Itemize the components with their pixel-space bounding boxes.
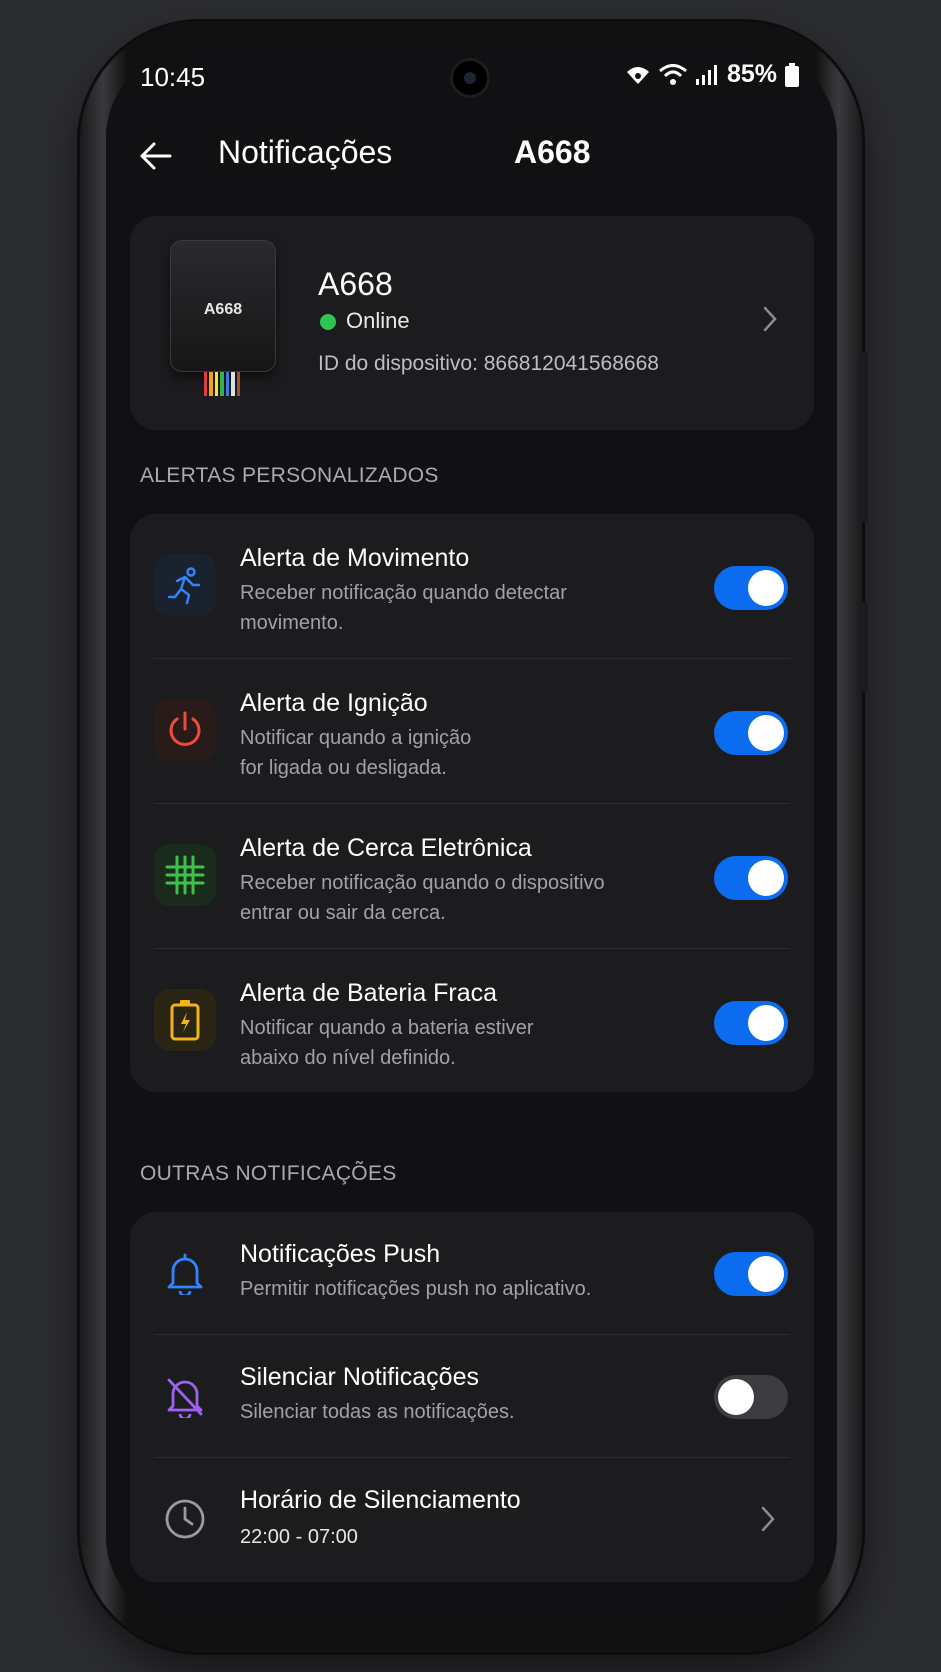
grid-fence-icon — [154, 844, 216, 906]
device-wires — [204, 372, 240, 396]
front-camera — [450, 58, 490, 98]
silence-schedule-title: Horário de Silenciamento — [240, 1486, 521, 1514]
device-image: A668 — [170, 240, 276, 372]
signal-icon — [695, 64, 717, 85]
status-indicators: 85% — [625, 60, 799, 89]
alert-low-battery-title: Alerta de Bateria Fraca — [240, 979, 498, 1007]
bell-off-icon — [154, 1365, 216, 1427]
device-card[interactable]: A668 A668 Online ID do dispositivo: 8668… — [130, 216, 814, 430]
other-notifications-card: Notificações Push Permitir notificações … — [130, 1212, 814, 1582]
silence-notifications-toggle[interactable] — [714, 1375, 788, 1419]
alert-ignition-title: Alerta de Ignição — [240, 689, 428, 717]
alert-movement-desc: Receber notificação quando detectar movim… — [240, 582, 567, 634]
alert-geofence-row[interactable]: Alerta de Cerca Eletrônica Receber notif… — [130, 804, 814, 949]
volume-button — [861, 352, 868, 522]
alert-movement-title: Alerta de Movimento — [240, 544, 470, 572]
wifi-icon — [658, 63, 687, 85]
app-screen: 10:45 85% Notificações A668 A668 A668 On… — [106, 48, 837, 1626]
device-name: A668 — [318, 266, 393, 302]
page-title: Notificações — [218, 134, 393, 170]
silence-schedule-row[interactable]: Horário de Silenciamento 22:00 - 07:00 — [130, 1458, 814, 1582]
alert-movement-toggle[interactable] — [714, 566, 788, 610]
chevron-right-icon — [761, 1506, 775, 1532]
device-id: ID do dispositivo: 866812041568668 — [318, 352, 659, 375]
alert-low-battery-row[interactable]: Alerta de Bateria Fraca Notificar quando… — [130, 949, 814, 1092]
section-label-other-notifications: OUTRAS NOTIFICAÇÕES — [140, 1162, 397, 1185]
alert-low-battery-toggle[interactable] — [714, 1001, 788, 1045]
device-image-label: A668 — [203, 301, 243, 318]
section-label-custom-alerts: ALERTAS PERSONALIZADOS — [140, 464, 439, 487]
push-notifications-toggle[interactable] — [714, 1252, 788, 1296]
battery-alert-icon — [154, 989, 216, 1051]
online-status-text: Online — [346, 308, 410, 333]
silence-schedule-time: 22:00 - 07:00 — [240, 1526, 358, 1548]
alert-geofence-desc: Receber notificação quando o dispositivo… — [240, 872, 605, 924]
header-device-name: A668 — [514, 134, 591, 170]
power-icon — [154, 699, 216, 761]
alert-geofence-title: Alerta de Cerca Eletrônica — [240, 834, 532, 862]
push-notifications-row[interactable]: Notificações Push Permitir notificações … — [130, 1212, 814, 1335]
silence-notifications-desc: Silenciar todas as notificações. — [240, 1401, 515, 1423]
bell-icon — [154, 1242, 216, 1304]
push-notifications-title: Notificações Push — [240, 1240, 441, 1268]
silence-notifications-title: Silenciar Notificações — [240, 1363, 479, 1391]
alert-movement-row[interactable]: Alerta de Movimento Receber notificação … — [130, 514, 814, 659]
running-person-icon — [154, 554, 216, 616]
hotspot-icon — [626, 66, 649, 84]
back-arrow-icon[interactable] — [136, 136, 176, 176]
custom-alerts-card: Alerta de Movimento Receber notificação … — [130, 514, 814, 1092]
power-button — [861, 602, 868, 692]
online-status-dot — [320, 314, 336, 330]
push-notifications-desc: Permitir notificações push no aplicativo… — [240, 1278, 592, 1300]
clock-icon — [154, 1488, 216, 1550]
alert-low-battery-desc: Notificar quando a bateria estiver abaixo… — [240, 1017, 534, 1069]
alert-ignition-toggle[interactable] — [714, 711, 788, 755]
alert-geofence-toggle[interactable] — [714, 856, 788, 900]
chevron-right-icon — [763, 306, 777, 332]
battery-icon — [785, 62, 799, 87]
silence-notifications-row[interactable]: Silenciar Notificações Silenciar todas a… — [130, 1335, 814, 1458]
alert-ignition-row[interactable]: Alerta de Ignição Notificar quando a ign… — [130, 659, 814, 804]
alert-ignition-desc: Notificar quando a ignição for ligada ou … — [240, 727, 472, 779]
status-time: 10:45 — [140, 62, 206, 92]
battery-percent: 85% — [726, 60, 777, 88]
